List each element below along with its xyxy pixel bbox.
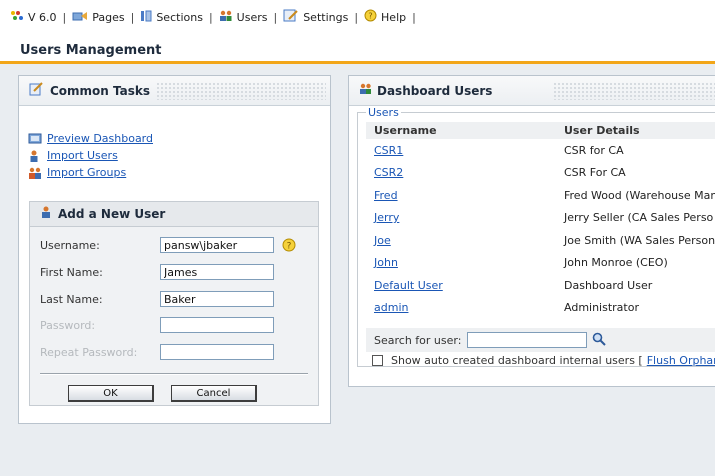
- last-name-label: Last Name:: [40, 292, 103, 306]
- password-row: Password:: [40, 315, 274, 335]
- preview-icon: [28, 133, 42, 145]
- username-link[interactable]: Default User: [374, 279, 443, 292]
- import-groups-link[interactable]: Import Groups: [47, 166, 126, 179]
- common-tasks-header: Common Tasks: [19, 76, 330, 106]
- users-fieldset: Users Username User Details CSR1 CSR for…: [357, 106, 715, 367]
- svg-text:?: ?: [287, 242, 292, 252]
- dashboard-users-header: Dashboard Users: [349, 76, 715, 106]
- username-link[interactable]: CSR1: [374, 144, 403, 157]
- add-user-title: Add a New User: [58, 207, 166, 221]
- username-label: Username:: [40, 238, 100, 252]
- username-link[interactable]: Joe: [374, 234, 391, 247]
- page-title: Users Management: [0, 34, 715, 64]
- last-name-field[interactable]: [160, 291, 274, 307]
- task-list: Preview Dashboard Import Users Import Gr…: [28, 130, 153, 181]
- nav-settings[interactable]: Settings: [283, 9, 348, 25]
- nav-pages[interactable]: Pages: [72, 10, 125, 25]
- header-texture: [553, 82, 715, 100]
- user-details: Fred Wood (Warehouse Mana: [564, 188, 715, 202]
- table-row: admin Administrator: [366, 297, 715, 320]
- repeat-password-row: Repeat Password:: [40, 342, 274, 362]
- show-auto-users-row: Show auto created dashboard internal use…: [372, 354, 715, 367]
- import-groups-icon: [28, 167, 42, 179]
- table-row: Jerry Jerry Seller (CA Sales Perso: [366, 207, 715, 230]
- user-details: Dashboard User: [564, 278, 653, 292]
- nav-sections[interactable]: Sections: [140, 10, 203, 25]
- username-link[interactable]: CSR2: [374, 166, 403, 179]
- first-name-row: First Name:: [40, 262, 274, 282]
- common-tasks-panel: Common Tasks Preview Dashboard Import Us…: [18, 75, 331, 424]
- show-auto-users-label: Show auto created dashboard internal use…: [391, 354, 643, 367]
- search-user-input[interactable]: [467, 332, 588, 348]
- task-import-users[interactable]: Import Users: [28, 147, 153, 164]
- dashboard-users-panel: Dashboard Users Users Username User Deta…: [348, 75, 715, 387]
- button-divider: [40, 373, 308, 375]
- table-row: John John Monroe (CEO): [366, 252, 715, 275]
- table-header-row: Username User Details: [366, 122, 715, 139]
- import-user-icon: [28, 150, 42, 162]
- table-row: Fred Fred Wood (Warehouse Mana: [366, 184, 715, 207]
- users-icon: [359, 83, 372, 98]
- user-details: CSR For CA: [564, 166, 626, 180]
- show-auto-users-checkbox[interactable]: [372, 355, 383, 366]
- user-details: Joe Smith (WA Sales Person): [564, 233, 715, 247]
- import-users-link[interactable]: Import Users: [47, 149, 118, 162]
- username-link[interactable]: John: [374, 256, 398, 269]
- user-details: Administrator: [564, 301, 639, 315]
- header-texture: [156, 82, 326, 100]
- preview-dashboard-link[interactable]: Preview Dashboard: [47, 132, 153, 145]
- version-label: V 6.0: [28, 10, 57, 24]
- task-preview-dashboard[interactable]: Preview Dashboard: [28, 130, 153, 147]
- add-user-header: Add a New User: [30, 202, 318, 227]
- user-details: CSR for CA: [564, 143, 624, 157]
- add-user-form: Add a New User Username: ? First Name: L…: [29, 201, 319, 406]
- cancel-button[interactable]: Cancel: [171, 385, 257, 402]
- help-icon: ?: [364, 9, 377, 25]
- users-legend: Users: [366, 106, 401, 119]
- table-row: Joe Joe Smith (WA Sales Person): [366, 229, 715, 252]
- user-details: Jerry Seller (CA Sales Perso: [564, 211, 714, 225]
- top-navigation: V 6.0 | Pages | Sections | Users | Setti…: [0, 0, 715, 34]
- username-link[interactable]: Fred: [374, 189, 398, 202]
- users-icon: [219, 10, 233, 25]
- table-row: CSR1 CSR for CA: [366, 139, 715, 162]
- username-link[interactable]: Jerry: [374, 211, 399, 224]
- pages-icon: [72, 10, 88, 25]
- dashboard-users-title: Dashboard Users: [377, 83, 493, 98]
- column-header-user-details: User Details: [556, 122, 715, 139]
- search-row: Search for user:: [366, 328, 715, 352]
- first-name-label: First Name:: [40, 265, 103, 279]
- table-row: CSR2 CSR For CA: [366, 162, 715, 185]
- users-table: Username User Details CSR1 CSR for CA CS…: [366, 122, 715, 319]
- add-user-icon: [40, 206, 52, 222]
- user-details: John Monroe (CEO): [564, 256, 668, 270]
- first-name-field[interactable]: [160, 264, 274, 280]
- column-header-username: Username: [366, 122, 556, 139]
- last-name-row: Last Name:: [40, 289, 274, 309]
- password-label: Password:: [40, 318, 96, 332]
- nav-users[interactable]: Users: [219, 10, 267, 25]
- tasks-icon: [29, 82, 44, 99]
- ok-button[interactable]: OK: [68, 385, 154, 402]
- settings-icon: [283, 9, 299, 25]
- help-icon[interactable]: ?: [282, 238, 296, 252]
- search-label: Search for user:: [374, 333, 462, 347]
- username-link[interactable]: admin: [374, 301, 408, 314]
- username-row: Username: ?: [40, 235, 296, 255]
- search-icon[interactable]: [592, 332, 607, 349]
- password-field[interactable]: [160, 317, 274, 333]
- sections-icon: [140, 10, 152, 25]
- logo-icon: [10, 10, 24, 25]
- repeat-password-label: Repeat Password:: [40, 345, 138, 359]
- nav-help[interactable]: ? Help: [364, 9, 406, 25]
- task-import-groups[interactable]: Import Groups: [28, 164, 153, 181]
- flush-orphan-link[interactable]: Flush Orphar: [647, 354, 715, 367]
- username-field[interactable]: [160, 237, 274, 253]
- svg-text:?: ?: [368, 12, 372, 21]
- table-row: Default User Dashboard User: [366, 274, 715, 297]
- repeat-password-field[interactable]: [160, 344, 274, 360]
- common-tasks-title: Common Tasks: [50, 83, 151, 98]
